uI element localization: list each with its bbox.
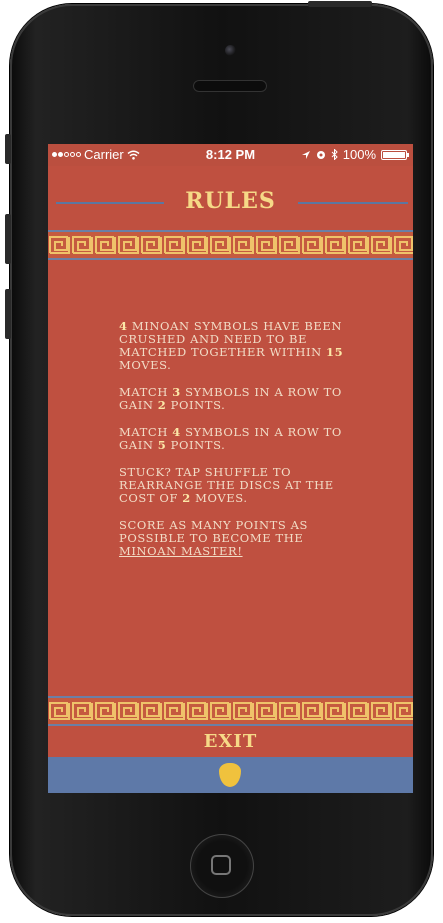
mute-switch (5, 134, 11, 164)
volume-down-button (5, 289, 11, 339)
greek-key-border-top (48, 230, 413, 260)
bluetooth-icon (331, 149, 338, 160)
alarm-icon (316, 150, 325, 159)
rule-paragraph: Match 4 symbols in a row to gain 5 point… (119, 425, 342, 452)
exit-button[interactable]: EXIT (48, 731, 413, 752)
rule-paragraph: Score as many points as possible to beco… (119, 518, 309, 558)
footer-bar (48, 757, 413, 793)
volume-up-button (5, 214, 11, 264)
game-screen: Carrier 8:12 PM 100% RULES 4 MINOAN SYMB… (48, 144, 413, 793)
status-bar: Carrier 8:12 PM 100% (48, 144, 413, 166)
sleep-button (308, 1, 372, 7)
location-arrow-icon (301, 150, 310, 159)
front-camera (225, 45, 236, 56)
greek-key-border-bottom (48, 696, 413, 726)
header-rule-right (298, 202, 408, 204)
home-square-icon (211, 855, 231, 875)
shield-icon (219, 763, 241, 787)
battery-icon (381, 149, 409, 160)
home-button[interactable] (190, 834, 254, 898)
rule-paragraph: 4 minoan symbols have been crushed and n… (119, 319, 344, 372)
minoan-master-link: Minoan Master! (119, 544, 243, 558)
rules-text: 4 minoan symbols have been crushed and n… (119, 320, 351, 572)
rule-paragraph: Match 3 symbols in a row to gain 2 point… (119, 385, 342, 412)
battery-percentage: 100% (342, 147, 376, 162)
earpiece-speaker (193, 80, 267, 92)
page-title: RULES (185, 188, 276, 214)
rule-paragraph: Stuck? Tap shuffle to rearrange the disc… (119, 465, 334, 505)
